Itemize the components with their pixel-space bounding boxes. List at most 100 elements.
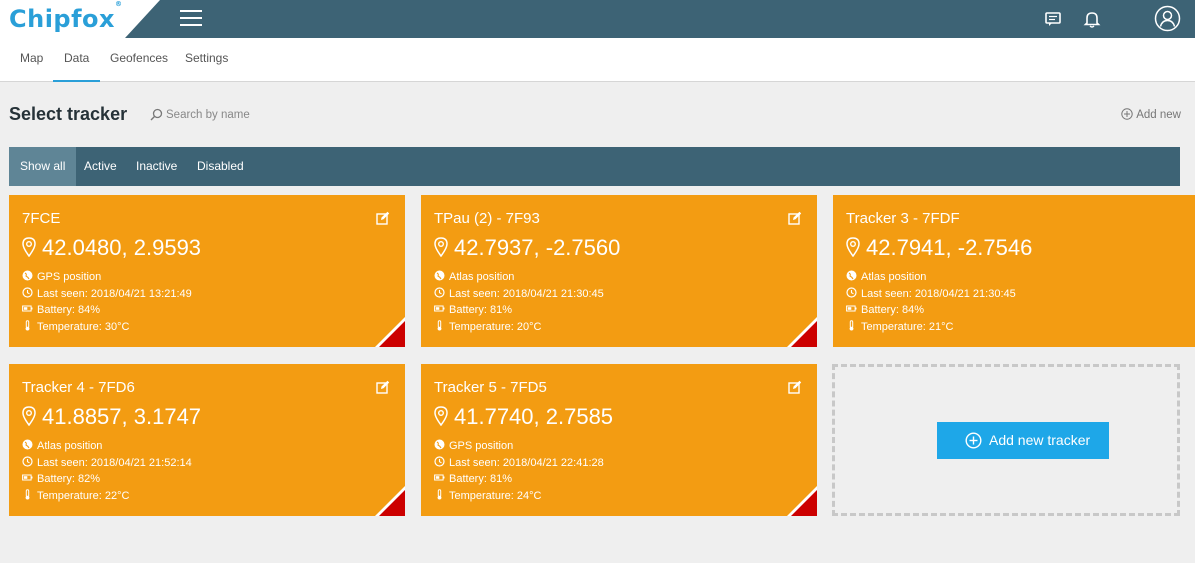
search-box[interactable] [150, 106, 350, 124]
tracker-card[interactable]: TPau (2) - 7F93 42.7937, -2.7560 Atlas p… [421, 195, 817, 347]
add-tracker-button[interactable]: Add new tracker [937, 422, 1109, 459]
tracker-card[interactable]: Tracker 3 - 7FDF 42.7941, -2.7546 Atlas … [833, 195, 1195, 347]
last-seen: Last seen: 2018/04/21 21:52:14 [22, 456, 192, 469]
clock-icon [846, 287, 858, 298]
filter-active[interactable]: Active [84, 147, 117, 186]
logo-text: Chipfox [9, 5, 116, 33]
battery-text: Battery: 84% [861, 304, 924, 316]
logo-area: Chipfox® [0, 0, 160, 38]
edit-icon[interactable] [788, 380, 802, 394]
position-type: GPS position [434, 439, 513, 452]
pin-icon [434, 235, 454, 260]
battery: Battery: 81% [434, 303, 512, 316]
battery-icon [22, 303, 34, 314]
battery-text: Battery: 81% [449, 304, 512, 316]
tabs-bar: Map Data Geofences Settings [0, 38, 1195, 82]
tracker-coordinates: 42.7937, -2.7560 [434, 235, 620, 261]
battery-icon [434, 303, 446, 314]
last-seen-text: Last seen: 2018/04/21 21:30:45 [861, 288, 1016, 300]
battery-icon [434, 472, 446, 483]
position-type: GPS position [22, 270, 101, 283]
temperature: Temperature: 20°C [434, 320, 541, 333]
temperature-text: Temperature: 30°C [37, 321, 130, 333]
tab-geofences[interactable]: Geofences [110, 38, 168, 82]
tracker-coordinates: 42.0480, 2.9593 [22, 235, 201, 261]
tracker-coordinates: 42.7941, -2.7546 [846, 235, 1032, 261]
pin-icon [22, 235, 42, 260]
battery-icon [846, 303, 858, 314]
chat-icon[interactable] [1042, 8, 1064, 30]
last-seen-text: Last seen: 2018/04/21 21:52:14 [37, 457, 192, 469]
coordinates-text: 42.7941, -2.7546 [866, 235, 1033, 260]
edit-icon[interactable] [376, 211, 390, 225]
last-seen-text: Last seen: 2018/04/21 21:30:45 [449, 288, 604, 300]
battery: Battery: 84% [846, 303, 924, 316]
last-seen: Last seen: 2018/04/21 21:30:45 [846, 287, 1016, 300]
search-icon [150, 108, 163, 121]
coordinates-text: 42.0480, 2.9593 [42, 235, 202, 260]
temperature: Temperature: 22°C [22, 489, 129, 502]
battery-text: Battery: 84% [37, 304, 100, 316]
menu-icon[interactable] [180, 10, 202, 27]
battery: Battery: 82% [22, 472, 100, 485]
filter-inactive[interactable]: Inactive [136, 147, 177, 186]
tracker-name: Tracker 4 - 7FD6 [22, 379, 135, 396]
filter-show-all[interactable]: Show all [9, 147, 77, 186]
thermometer-icon [846, 320, 858, 331]
tab-data[interactable]: Data [53, 38, 101, 82]
logo-mark: ® [115, 0, 123, 8]
temperature: Temperature: 24°C [434, 489, 541, 502]
globe-icon [22, 270, 34, 281]
logo[interactable]: Chipfox® [9, 0, 123, 33]
position-type: Atlas position [22, 439, 102, 452]
status-corner [787, 317, 817, 347]
tracker-card[interactable]: Tracker 5 - 7FD5 41.7740, 2.7585 GPS pos… [421, 364, 817, 516]
battery-text: Battery: 82% [37, 473, 100, 485]
position-type-text: Atlas position [37, 440, 103, 452]
clock-icon [434, 287, 446, 298]
thermometer-icon [22, 320, 34, 331]
clock-icon [22, 287, 34, 298]
position-type-text: GPS position [37, 271, 102, 283]
add-tracker-label: Add new tracker [989, 432, 1091, 448]
battery: Battery: 81% [434, 472, 512, 485]
plus-circle-icon [965, 432, 982, 449]
temperature: Temperature: 21°C [846, 320, 953, 333]
filter-disabled[interactable]: Disabled [197, 147, 244, 186]
temperature-text: Temperature: 21°C [861, 321, 954, 333]
pin-icon [846, 235, 866, 260]
bell-icon[interactable] [1081, 8, 1103, 30]
temperature: Temperature: 30°C [22, 320, 129, 333]
coordinates-text: 41.7740, 2.7585 [454, 404, 614, 429]
tracker-card[interactable]: Tracker 4 - 7FD6 41.8857, 3.1747 Atlas p… [9, 364, 405, 516]
add-new-label: Add new [1136, 109, 1181, 121]
search-input[interactable] [166, 106, 346, 124]
coordinates-text: 41.8857, 3.1747 [42, 404, 202, 429]
last-seen-text: Last seen: 2018/04/21 22:41:28 [449, 457, 604, 469]
user-icon[interactable] [1154, 5, 1181, 32]
status-corner [375, 317, 405, 347]
pin-icon [22, 404, 42, 429]
battery-icon [22, 472, 34, 483]
last-seen-text: Last seen: 2018/04/21 13:21:49 [37, 288, 192, 300]
tracker-name: 7FCE [22, 210, 61, 227]
edit-icon[interactable] [376, 380, 390, 394]
tab-map[interactable]: Map [20, 38, 43, 82]
tracker-name: Tracker 3 - 7FDF [846, 210, 960, 227]
add-new-link[interactable]: Add new [1121, 108, 1181, 121]
status-corner [375, 486, 405, 516]
last-seen: Last seen: 2018/04/21 22:41:28 [434, 456, 604, 469]
page-title: Select tracker [9, 104, 128, 124]
last-seen: Last seen: 2018/04/21 21:30:45 [434, 287, 604, 300]
position-type: Atlas position [846, 270, 926, 283]
pin-icon [434, 404, 454, 429]
last-seen: Last seen: 2018/04/21 13:21:49 [22, 287, 192, 300]
clock-icon [22, 456, 34, 467]
position-type: Atlas position [434, 270, 514, 283]
tab-settings[interactable]: Settings [185, 38, 228, 82]
tracker-card[interactable]: 7FCE 42.0480, 2.9593 GPS position Last s… [9, 195, 405, 347]
globe-icon [434, 270, 446, 281]
edit-icon[interactable] [788, 211, 802, 225]
battery: Battery: 84% [22, 303, 100, 316]
temperature-text: Temperature: 20°C [449, 321, 542, 333]
